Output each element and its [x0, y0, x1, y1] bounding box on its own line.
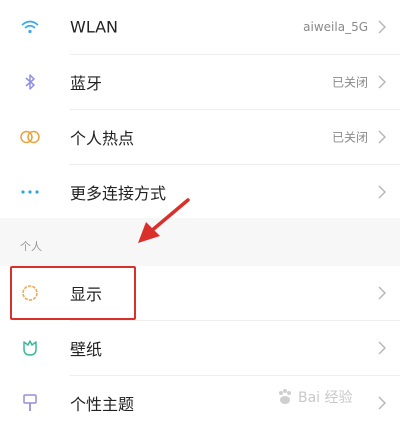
- wlan-label: WLAN: [70, 17, 119, 37]
- bluetooth-row[interactable]: 蓝牙 已关闭: [0, 55, 400, 109]
- wallpaper-tulip-icon: [19, 337, 41, 359]
- section-separator: [0, 218, 400, 266]
- theme-brush-icon: [19, 392, 41, 414]
- baidu-watermark: Bai 经验: [276, 384, 394, 410]
- display-highlight-box: [10, 266, 136, 320]
- hotspot-status: 已关闭: [331, 130, 368, 145]
- chevron-right-icon: [378, 130, 386, 144]
- chevron-right-icon: [378, 75, 386, 89]
- more-connections-row[interactable]: 更多连接方式: [0, 165, 400, 219]
- more-dots-icon: [19, 181, 41, 203]
- chevron-right-icon: [378, 341, 386, 355]
- more-connections-label: 更多连接方式: [70, 184, 167, 203]
- wifi-icon: [19, 16, 41, 38]
- watermark-text: Bai 经验: [298, 390, 353, 406]
- hotspot-label: 个人热点: [70, 129, 135, 148]
- hotspot-icon: [19, 126, 41, 148]
- wallpaper-row[interactable]: 壁纸: [0, 321, 400, 375]
- chevron-right-icon: [378, 185, 386, 199]
- chevron-right-icon: [378, 20, 386, 34]
- bluetooth-status: 已关闭: [331, 75, 368, 90]
- section-header-personal: 个人: [20, 240, 42, 253]
- theme-label: 个性主题: [70, 395, 135, 414]
- bluetooth-label: 蓝牙: [70, 74, 103, 93]
- bluetooth-icon: [19, 71, 41, 93]
- paw-logo-icon: [279, 389, 291, 404]
- wallpaper-label: 壁纸: [70, 340, 103, 359]
- hotspot-row[interactable]: 个人热点 已关闭: [0, 110, 400, 164]
- chevron-right-icon: [378, 286, 386, 300]
- wlan-row[interactable]: WLAN aiweila_5G: [0, 0, 400, 54]
- wlan-value: aiweila_5G: [303, 20, 368, 34]
